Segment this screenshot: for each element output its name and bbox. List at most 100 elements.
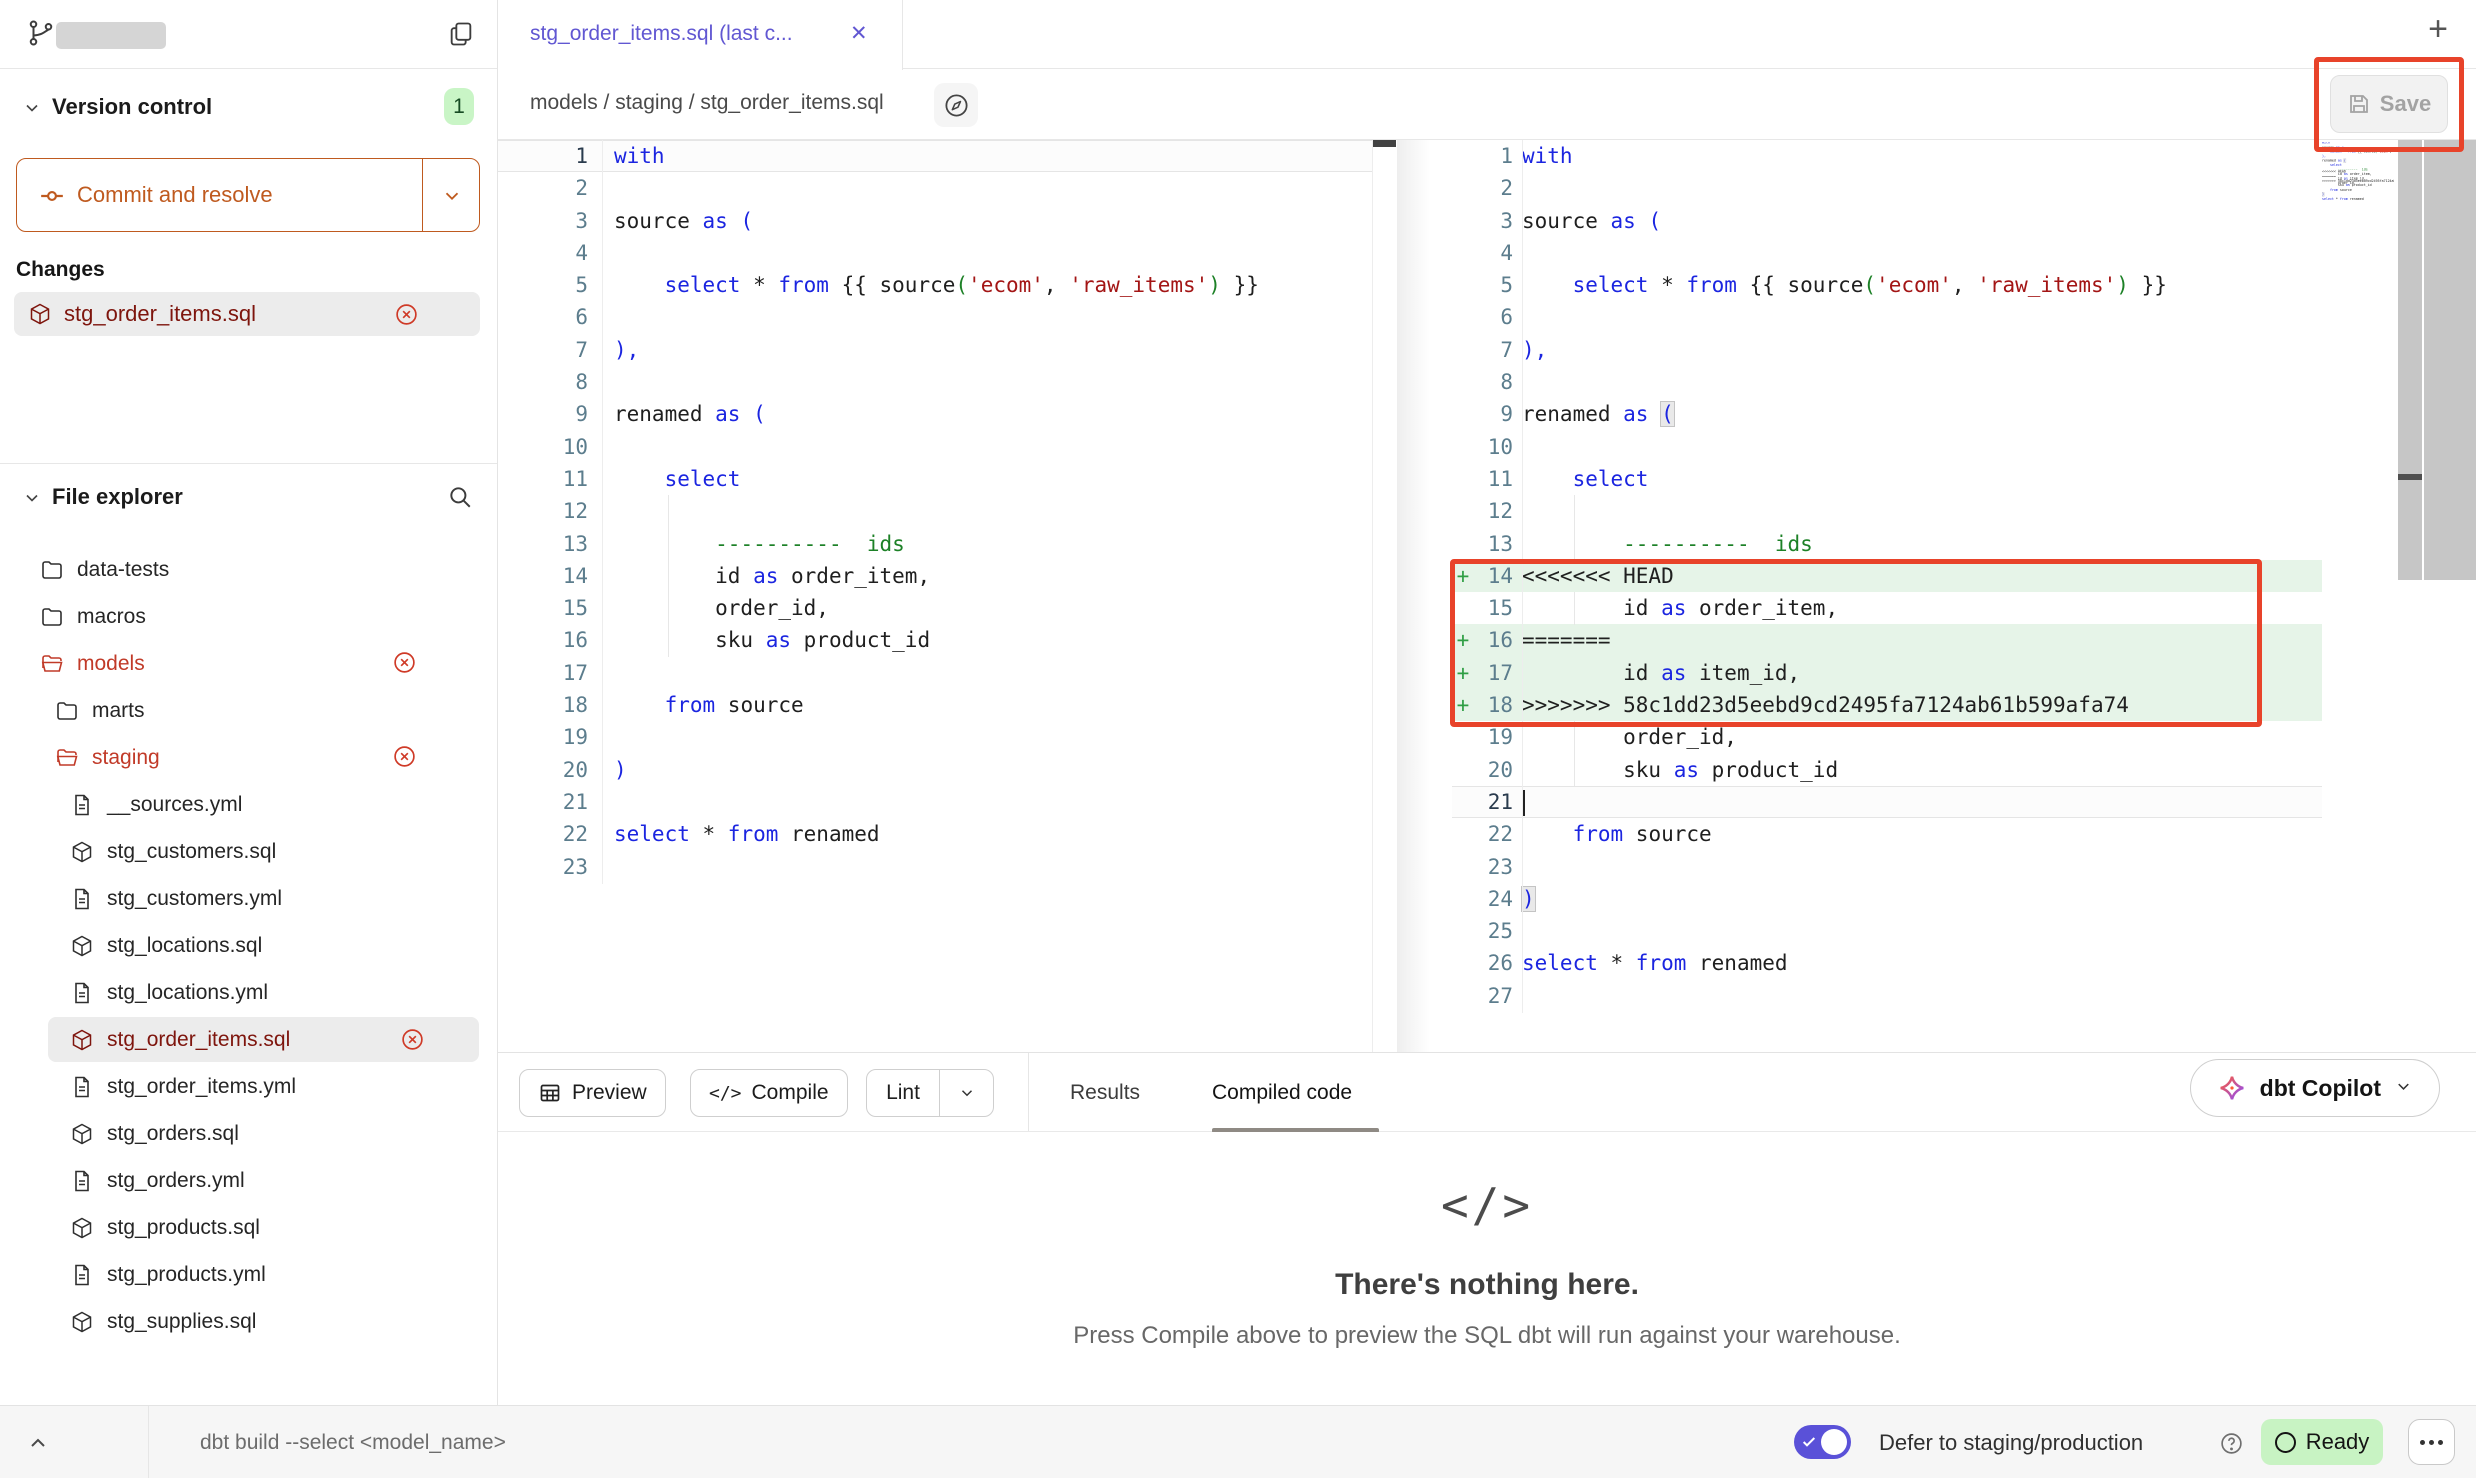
expand-command-bar-chevron-icon[interactable] [26,1431,50,1455]
code-line[interactable]: 1with [1452,140,2322,172]
code-line[interactable]: 7), [498,334,1372,366]
file-row-marts[interactable]: marts [0,687,497,734]
minimap-scrollbar[interactable] [2398,140,2422,580]
left-pane-scrollbar[interactable] [1372,140,1396,1052]
branch-name-placeholder[interactable] [56,22,166,49]
code-line[interactable]: 4 [498,237,1372,269]
code-line[interactable]: 2 [498,172,1372,204]
code-line[interactable]: 8 [498,366,1372,398]
code-line[interactable]: 5 select * from {{ source('ecom', 'raw_i… [1452,269,2322,301]
tab-close-icon[interactable]: ✕ [850,21,868,46]
defer-toggle[interactable] [1794,1425,1851,1459]
editor-pane-left[interactable]: 1with23source as (45 select * from {{ so… [498,140,1372,883]
discard-change-icon[interactable] [392,744,417,769]
file-row-data-tests[interactable]: data-tests [0,546,497,593]
lint-split-button[interactable]: Lint [866,1069,994,1117]
code-line[interactable]: 16 sku as product_id [498,624,1372,656]
file-row-stg-locations-yml[interactable]: stg_locations.yml [0,969,497,1016]
copy-docs-icon[interactable] [447,20,475,48]
save-button[interactable]: Save [2330,75,2448,133]
code-line[interactable]: 21 [1452,786,2322,818]
lint-button-label[interactable]: Lint [867,1070,940,1116]
code-line[interactable]: 22 from source [1452,818,2322,850]
code-line[interactable]: 1with [498,140,1372,172]
editor-scrollbar[interactable] [2424,140,2476,580]
code-line[interactable]: 13 ---------- ids [498,528,1372,560]
file-explorer-chevron-icon[interactable] [22,488,42,508]
lineage-compass-icon[interactable] [934,83,978,127]
code-line[interactable]: 19 order_id, [1452,721,2322,753]
status-badge[interactable]: Ready [2261,1419,2383,1465]
file-row-stg-locations-sql[interactable]: stg_locations.sql [0,922,497,969]
code-line[interactable]: +16======= [1452,624,2322,656]
code-line[interactable]: 25 [1452,915,2322,947]
code-line[interactable]: 23 [498,851,1372,883]
code-line[interactable]: 22select * from renamed [498,818,1372,850]
code-line[interactable]: 12 [1452,495,2322,527]
code-line[interactable]: 13 ---------- ids [1452,528,2322,560]
file-row--sources-yml[interactable]: __sources.yml [0,781,497,828]
compile-button[interactable]: </> Compile [690,1069,848,1117]
code-line[interactable]: 17 [498,657,1372,689]
version-control-chevron-icon[interactable] [22,98,42,118]
code-line[interactable]: 15 order_id, [498,592,1372,624]
code-line[interactable]: 2 [1452,172,2322,204]
file-row-staging[interactable]: staging [0,734,497,781]
code-line[interactable]: +14<<<<<<< HEAD [1452,560,2322,592]
dbt-copilot-button[interactable]: dbt Copilot [2190,1059,2440,1117]
command-input[interactable]: dbt build --select <model_name> [200,1406,506,1478]
commit-dropdown-chevron-icon[interactable] [441,185,463,207]
search-icon[interactable] [447,484,473,510]
code-line[interactable]: 14 id as order_item, [498,560,1372,592]
code-line[interactable]: 20 sku as product_id [1452,754,2322,786]
file-row-stg-orders-yml[interactable]: stg_orders.yml [0,1157,497,1204]
file-row-stg-customers-yml[interactable]: stg_customers.yml [0,875,497,922]
pane-divider[interactable] [1397,140,1452,1052]
tab-compiled-code[interactable]: Compiled code [1212,1053,1352,1132]
code-line[interactable]: 8 [1452,366,2322,398]
code-line[interactable]: 6 [1452,301,2322,333]
code-line[interactable]: 21 [498,786,1372,818]
code-line[interactable]: 4 [1452,237,2322,269]
code-line[interactable]: 12 [498,495,1372,527]
file-row-macros[interactable]: macros [0,593,497,640]
code-line[interactable]: 20) [498,754,1372,786]
code-line[interactable]: +18>>>>>>> 58c1dd23d5eebd9cd2495fa7124ab… [1452,689,2322,721]
commit-and-resolve-button[interactable]: Commit and resolve [16,158,480,232]
more-options-button[interactable] [2408,1419,2455,1465]
file-row-stg-orders-sql[interactable]: stg_orders.sql [0,1110,497,1157]
file-row-stg-order-items-yml[interactable]: stg_order_items.yml [0,1063,497,1110]
code-line[interactable]: 10 [498,431,1372,463]
code-line[interactable]: 10 [1452,431,2322,463]
code-line[interactable]: 3source as ( [1452,205,2322,237]
tab-stg-order-items[interactable]: stg_order_items.sql (last c... ✕ [498,0,903,70]
code-line[interactable]: 11 select [498,463,1372,495]
editor-pane-right[interactable]: 1with23source as (45 select * from {{ so… [1452,140,2322,1012]
code-line[interactable]: 24) [1452,883,2322,915]
code-line[interactable]: 7), [1452,334,2322,366]
discard-change-icon[interactable] [400,1027,425,1052]
code-line[interactable]: 27 [1452,980,2322,1012]
file-row-stg-products-yml[interactable]: stg_products.yml [0,1251,497,1298]
code-line[interactable]: 9renamed as ( [498,398,1372,430]
code-line[interactable]: 19 [498,721,1372,753]
code-line[interactable]: 5 select * from {{ source('ecom', 'raw_i… [498,269,1372,301]
code-line[interactable]: 3source as ( [498,205,1372,237]
code-line[interactable]: 18 from source [498,689,1372,721]
discard-change-icon[interactable] [392,650,417,675]
file-row-models[interactable]: models [0,640,497,687]
code-line[interactable]: 15 id as order_item, [1452,592,2322,624]
preview-button[interactable]: Preview [519,1069,666,1117]
file-row-stg-customers-sql[interactable]: stg_customers.sql [0,828,497,875]
code-line[interactable]: 11 select [1452,463,2322,495]
file-row-stg-order-items-sql[interactable]: stg_order_items.sql [48,1017,479,1062]
code-line[interactable]: 6 [498,301,1372,333]
tab-results[interactable]: Results [1070,1053,1140,1132]
code-line[interactable]: 9renamed as ( [1452,398,2322,430]
changed-file-row[interactable]: stg_order_items.sql [14,292,480,336]
code-line[interactable]: 26select * from renamed [1452,947,2322,979]
new-tab-plus-icon[interactable]: + [2428,12,2448,46]
file-row-stg-products-sql[interactable]: stg_products.sql [0,1204,497,1251]
lint-dropdown-chevron-icon[interactable] [940,1070,993,1116]
help-icon[interactable] [2219,1431,2244,1456]
